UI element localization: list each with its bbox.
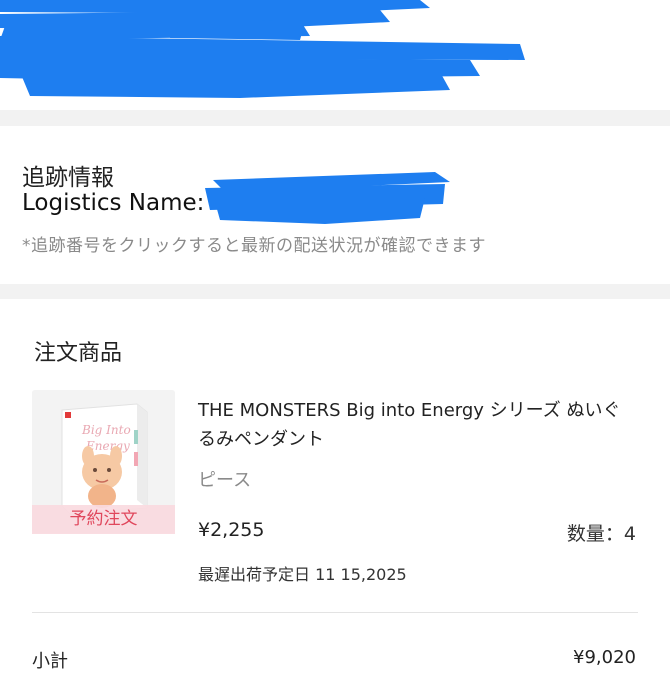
divider bbox=[32, 612, 638, 613]
section-divider bbox=[0, 284, 670, 299]
section-divider bbox=[0, 110, 670, 126]
tracking-hint-text: *追跡番号をクリックすると最新の配送状況が確認できます bbox=[22, 236, 486, 256]
subtotal-value: ¥9,020 bbox=[573, 647, 636, 668]
latest-ship-date: 最遅出荷予定日 11 15,2025 bbox=[198, 565, 407, 584]
logistics-name-label: Logistics Name: bbox=[22, 190, 205, 216]
quantity-value: 4 bbox=[623, 523, 636, 545]
tracking-title: 追跡情報 bbox=[22, 165, 114, 191]
logistics-redaction bbox=[205, 172, 450, 224]
order-items-title: 注文商品 bbox=[34, 341, 123, 366]
product-quantity: 数量：4 bbox=[567, 519, 636, 546]
product-variant: ピース bbox=[198, 470, 252, 491]
svg-text:Big Into: Big Into bbox=[81, 423, 131, 437]
product-price: ¥2,255 bbox=[198, 519, 265, 541]
preorder-badge: 予約注文 bbox=[32, 505, 175, 534]
redaction-scribble bbox=[0, 0, 525, 98]
quantity-label: 数量： bbox=[566, 523, 624, 545]
product-name[interactable]: THE MONSTERS Big into Energy シリーズ ぬいぐるみペ… bbox=[198, 396, 638, 454]
redacted-address-section bbox=[0, 0, 670, 110]
subtotal-label: 小計 bbox=[32, 651, 68, 672]
